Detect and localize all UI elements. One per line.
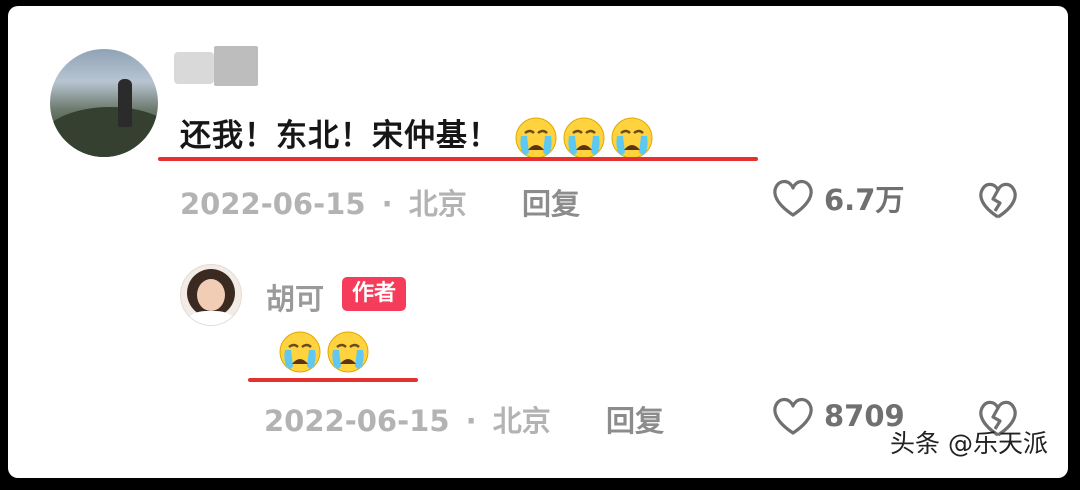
red-underline [248, 378, 418, 382]
comment-body: 还我！东北！宋仲基！ [180, 110, 654, 160]
comment-like-button[interactable]: 6.7万 [770, 177, 904, 219]
author-avatar[interactable] [180, 264, 242, 326]
reply-reply-button[interactable]: 回复 [606, 398, 664, 440]
watermark: 头条 @乐天派 [890, 429, 1048, 458]
comment-like-count: 6.7万 [824, 183, 905, 217]
crying-face-emoji-icon [514, 116, 558, 160]
reply-author-name[interactable]: 胡可 [266, 276, 324, 318]
blurred-username [174, 46, 258, 86]
reply-meta: 2022-06-15 · 北京 [264, 398, 551, 440]
crying-face-emoji-icon [326, 330, 370, 374]
dislike-broken-heart-icon[interactable] [976, 179, 1020, 221]
reply-location: 北京 [492, 404, 551, 438]
heart-icon [770, 177, 816, 219]
comment-screenshot: 还我！东北！宋仲基！ 2022-06-15 · 北京 回复 6.7万 胡可 作者… [8, 6, 1068, 478]
crying-face-emoji-icon [610, 116, 654, 160]
reply-date: 2022-06-15 [264, 404, 450, 438]
reply-like-button[interactable]: 8709 [770, 395, 905, 437]
comment-emoji-group [514, 116, 654, 160]
commenter-avatar[interactable] [50, 49, 158, 157]
meta-separator: · [381, 187, 393, 221]
comment-reply-button[interactable]: 回复 [522, 181, 580, 223]
comment-text: 还我！东北！宋仲基！ [180, 118, 500, 154]
comment-meta: 2022-06-15 · 北京 [180, 181, 467, 223]
comment-location: 北京 [408, 187, 467, 221]
author-badge: 作者 [342, 277, 407, 311]
heart-icon [770, 395, 816, 437]
reply-emoji-group [278, 330, 370, 374]
crying-face-emoji-icon [278, 330, 322, 374]
crying-face-emoji-icon [562, 116, 606, 160]
meta-separator: · [465, 404, 477, 438]
red-underline [158, 157, 758, 161]
comment-date: 2022-06-15 [180, 187, 366, 221]
